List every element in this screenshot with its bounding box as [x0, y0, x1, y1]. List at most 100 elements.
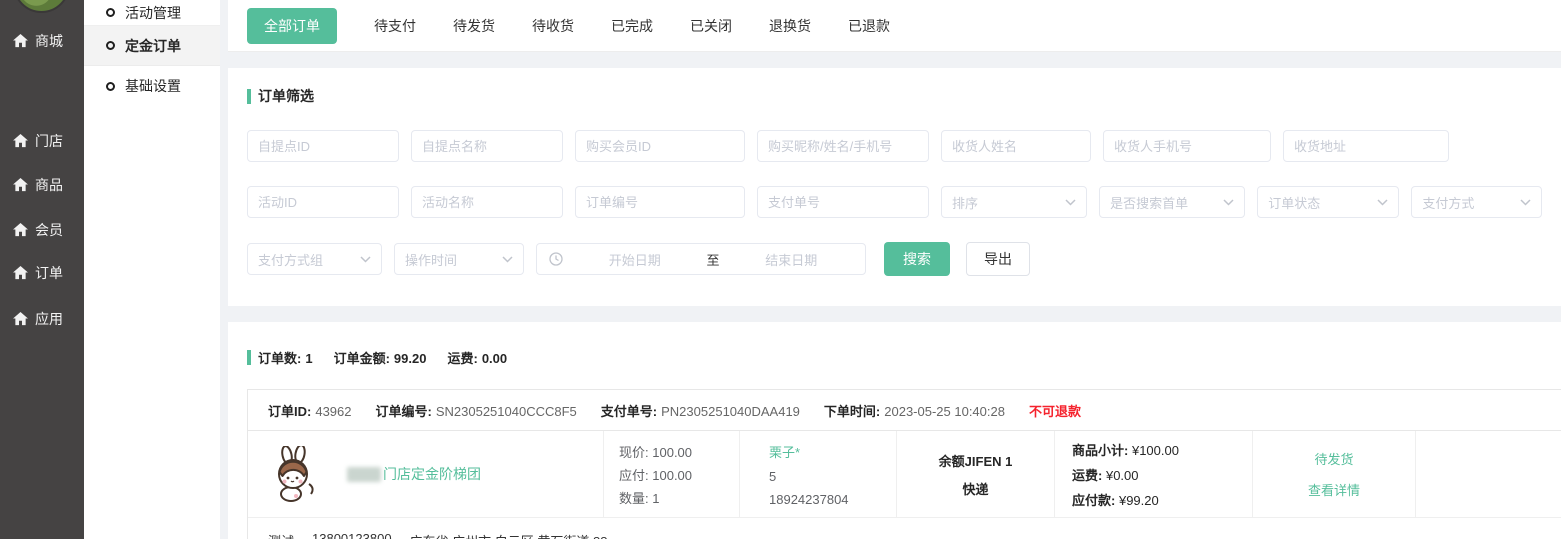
end-date-placeholder[interactable]: 结束日期 [730, 250, 854, 269]
submenu-item-deposit-orders[interactable]: 定金订单 [84, 26, 220, 66]
main-sidebar: 商城 门店 商品 会员 订单 应用 [0, 0, 84, 539]
home-icon [13, 223, 28, 237]
order-card: 订单ID: 43962 订单编号:SN2305251040CCC8F5 支付单号:… [247, 389, 1561, 539]
tab-returns[interactable]: 退换货 [769, 16, 811, 36]
freight: 运费: ¥0.00 [1072, 465, 1252, 484]
redacted-text [347, 467, 381, 482]
payment-group-select[interactable]: 支付方式组 [247, 243, 382, 275]
product-cell: 门店定金阶梯团 [248, 431, 604, 517]
payment-sn-input[interactable] [757, 186, 929, 218]
order-status-tabs: 全部订单 待支付 待发货 待收货 已完成 已关闭 退换货 已退款 [228, 0, 1561, 52]
operate-time-select[interactable]: 操作时间 [394, 243, 524, 275]
pickup-name-input[interactable] [411, 130, 563, 162]
qty-value: 1 [652, 491, 659, 506]
export-button[interactable]: 导出 [966, 242, 1030, 276]
pickup-id-input[interactable] [247, 130, 399, 162]
sidebar-item-label: 订单 [35, 263, 63, 283]
chevron-down-icon [1377, 199, 1388, 206]
receiver-address-input[interactable] [1283, 130, 1449, 162]
tab-closed[interactable]: 已关闭 [690, 16, 732, 36]
subtotal-value: ¥100.00 [1132, 443, 1179, 458]
order-sn-label: 订单编号: [376, 404, 432, 419]
filter-row-1 [247, 130, 1542, 162]
freight-label: 运费: [1072, 468, 1102, 483]
chevron-down-icon [360, 256, 371, 263]
buyer-phone: 18924237804 [769, 492, 896, 507]
sidebar-item-mall[interactable]: 商城 [0, 30, 84, 52]
sort-select[interactable]: 排序 [941, 186, 1087, 218]
app-logo[interactable] [13, 0, 70, 13]
filter-row-3: 支付方式组 操作时间 开始日期 至 结束日期 搜索 导出 [247, 242, 1542, 276]
tab-pending-shipment[interactable]: 待发货 [453, 16, 495, 36]
buyer-member-id-input[interactable] [575, 130, 745, 162]
buyer-nickname-input[interactable] [757, 130, 929, 162]
clock-icon [549, 252, 563, 266]
due-value: 100.00 [652, 468, 692, 483]
receiver-phone-input[interactable] [1103, 130, 1271, 162]
submenu-item-label: 活动管理 [125, 3, 181, 23]
activity-id-input[interactable] [247, 186, 399, 218]
submenu-item-label: 基础设置 [125, 76, 181, 96]
submenu-item-activity-management[interactable]: 活动管理 [84, 0, 220, 26]
sub-sidebar: 活动管理 定金订单 基础设置 [84, 0, 220, 539]
qty-label: 数量: [619, 491, 649, 506]
tab-pending-payment[interactable]: 待支付 [374, 16, 416, 36]
select-placeholder: 操作时间 [405, 250, 457, 269]
sidebar-item-apps[interactable]: 应用 [0, 308, 84, 330]
summary-order-amount: 订单金额:99.20 [334, 348, 427, 367]
order-time-value: 2023-05-25 10:40:28 [884, 404, 1005, 419]
chevron-down-icon [502, 256, 513, 263]
tab-pending-receipt[interactable]: 待收货 [532, 16, 574, 36]
main-content: 全部订单 待支付 待发货 待收货 已完成 已关闭 退换货 已退款 订单筛选 [228, 0, 1561, 539]
search-button[interactable]: 搜索 [884, 242, 950, 276]
order-summary: 订单数:1 订单金额:99.20 运费:0.00 [247, 348, 1552, 367]
start-date-placeholder[interactable]: 开始日期 [573, 250, 697, 269]
select-placeholder: 是否搜索首单 [1110, 193, 1188, 212]
order-id-label: 订单ID: [268, 404, 311, 419]
order-product-row: 门店定金阶梯团 现价: 100.00 应付: 100.00 数量: 1 栗子* … [248, 431, 1561, 517]
filter-row-2: 排序 是否搜索首单 订单状态 支付方式 [247, 186, 1542, 218]
circle-icon [106, 8, 115, 17]
activity-name-input[interactable] [411, 186, 563, 218]
chevron-down-icon [1520, 199, 1531, 206]
chevron-down-icon [1065, 199, 1076, 206]
tab-refunded[interactable]: 已退款 [848, 16, 890, 36]
section-accent-bar [247, 350, 251, 365]
tab-completed[interactable]: 已完成 [611, 16, 653, 36]
order-status-select[interactable]: 订单状态 [1257, 186, 1399, 218]
payment-method-select[interactable]: 支付方式 [1411, 186, 1542, 218]
sidebar-item-goods[interactable]: 商品 [0, 174, 84, 196]
order-time-label: 下单时间: [824, 404, 880, 419]
order-filter-panel: 订单筛选 排序 是否搜索首单 订单状态 [228, 68, 1561, 306]
sidebar-item-members[interactable]: 会员 [0, 219, 84, 241]
first-order-select[interactable]: 是否搜索首单 [1099, 186, 1245, 218]
delivery-method: 快递 [962, 479, 988, 498]
summary-order-count: 订单数:1 [258, 348, 313, 367]
receiver-phone: 13800123800 [312, 531, 392, 539]
receiver-name-input[interactable] [941, 130, 1091, 162]
date-range-picker[interactable]: 开始日期 至 结束日期 [536, 243, 866, 275]
order-id-value: 43962 [315, 404, 351, 419]
sidebar-item-label: 商品 [35, 175, 63, 195]
product-name[interactable]: 门店定金阶梯团 [347, 464, 481, 484]
payment-sn: 支付单号:PN2305251040DAA419 [601, 401, 800, 420]
buyer-nickname[interactable]: 栗子* [769, 442, 896, 461]
home-icon [13, 34, 28, 48]
order-address-row: 测试 13800123800 广东省 广州市 白云区 黄石街道 88 [248, 517, 1561, 539]
order-sn: 订单编号:SN2305251040CCC8F5 [376, 401, 577, 420]
summary-value: 99.20 [394, 351, 427, 366]
sidebar-item-orders[interactable]: 订单 [0, 262, 84, 284]
payment-sn-label: 支付单号: [601, 404, 657, 419]
order-id: 订单ID: 43962 [268, 401, 352, 420]
home-icon [13, 312, 28, 326]
summary-freight: 运费:0.00 [447, 348, 507, 367]
home-icon [13, 266, 28, 280]
submenu-item-basic-settings[interactable]: 基础设置 [84, 66, 220, 106]
order-sn-input[interactable] [575, 186, 745, 218]
subtotal-label: 商品小计: [1072, 443, 1128, 458]
sidebar-item-store[interactable]: 门店 [0, 130, 84, 152]
view-detail-link[interactable]: 查看详情 [1308, 480, 1360, 499]
payable-value: ¥99.20 [1119, 493, 1159, 508]
section-accent-bar [247, 89, 251, 104]
tab-all-orders[interactable]: 全部订单 [247, 8, 337, 44]
